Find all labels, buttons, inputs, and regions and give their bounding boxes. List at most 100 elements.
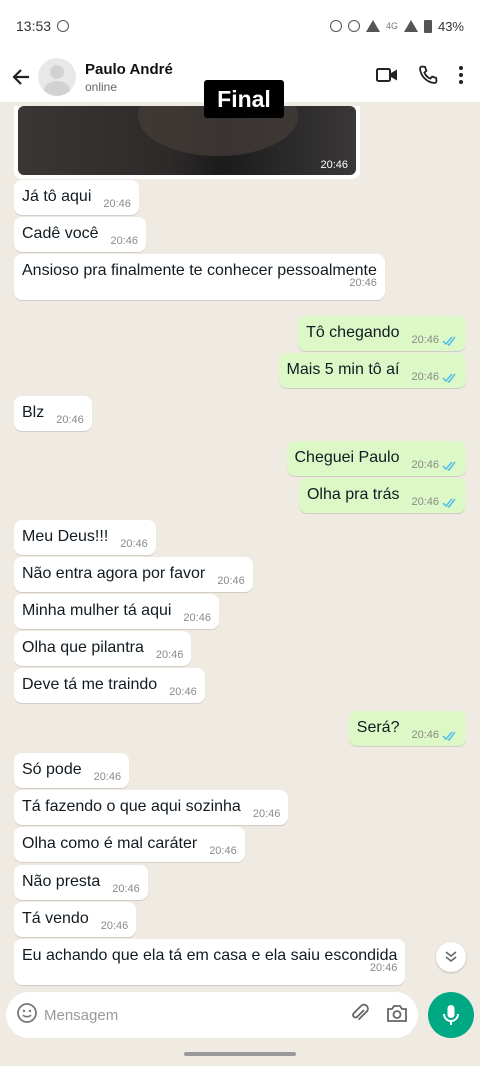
message-text: Olha pra trás [306,486,400,503]
contact-name: Paulo André [85,60,173,78]
incoming-message[interactable]: Só pode 20:46 [14,753,130,788]
message-time: 20:46 [93,771,122,783]
message-meta: 20:46 [411,496,458,508]
message-time: 20:46 [169,686,197,698]
message-text: Olha como é mal caráter [22,835,198,852]
message-time: 20:46 [155,649,184,661]
media-message[interactable]: 20:46 [14,106,360,179]
message-meta: 20:46 [111,235,139,247]
alarm-icon [329,20,342,32]
message-meta: 20:46 [101,920,129,932]
incoming-message[interactable]: Ansioso pra finalmente te conhecer pesso… [14,254,385,300]
avatar[interactable] [38,58,76,96]
incoming-message[interactable]: Cadê você 20:46 [14,217,147,252]
outgoing-message[interactable]: Será? 20:46 [348,711,466,746]
message-meta: 20:46 [94,771,122,783]
message-list[interactable]: 20:46 Já tô aqui 20:46 Cadê você 20:46 Ansio… [0,102,480,994]
message-text: Será? [356,719,400,736]
outgoing-message[interactable]: Olha pra trás 20:46 [298,478,466,513]
message-meta: 20:46 [253,808,281,820]
message-text: Tô chegando [306,324,400,341]
message-meta: 20:46 [411,459,458,471]
message-time: 20:46 [183,612,211,624]
outgoing-message[interactable]: Cheguei Paulo 20:46 [286,441,466,476]
message-meta: 20:46 [112,883,140,895]
message-time: 20:46 [209,845,237,857]
message-text: Só pode [22,761,82,778]
message-text: Blz [22,404,45,421]
message-time: 20:46 [56,414,84,426]
contact-info[interactable]: Paulo André online [85,61,173,94]
message-time: 20:46 [349,277,377,289]
incoming-message[interactable]: Olha como é mal caráter 20:46 [14,827,245,862]
signal-icon [403,20,418,32]
outgoing-message[interactable]: Tô chegando 20:46 [298,316,466,351]
incoming-message[interactable]: Olha que pilantra 20:46 [14,631,192,666]
read-receipt-icon [442,731,456,741]
incoming-message[interactable]: Minha mulher tá aqui 20:46 [14,594,219,629]
phone-icon[interactable] [418,65,438,90]
message-text: Não presta [22,873,101,890]
message-time: 20:46 [112,883,140,895]
emoji-icon[interactable] [16,1002,38,1029]
outgoing-message[interactable]: Mais 5 min tô aí 20:46 [278,353,466,388]
location-icon [57,20,70,32]
more-options-icon[interactable] [458,65,464,90]
message-input[interactable] [44,1006,348,1024]
message-text: Cadê você [22,225,99,242]
message-meta: 20:46 [411,371,458,383]
dnd-icon [347,20,360,32]
incoming-message[interactable]: Não presta 20:46 [14,865,148,900]
message-meta: 20:46 [156,649,184,661]
media-image[interactable]: 20:46 [18,106,356,175]
message-time: 20:46 [252,808,281,820]
incoming-message[interactable]: Blz 20:46 [14,396,92,431]
message-time: 20:46 [411,729,439,741]
incoming-message[interactable]: Tá vendo 20:46 [14,902,137,937]
message-time: 20:46 [411,334,439,346]
message-text: Não entra agora por favor [22,565,206,582]
mic-icon [443,1005,459,1025]
message-time: 20:46 [369,962,398,974]
message-text: Tá fazendo o que aqui sozinha [22,798,241,815]
incoming-message[interactable]: Já tô aqui 20:46 [14,180,139,215]
scroll-down-button[interactable] [436,942,466,972]
message-text: Já tô aqui [22,188,92,205]
message-text: Mais 5 min tô aí [286,361,400,378]
message-meta: 20:46 [56,414,84,426]
message-meta: 20:46 [411,729,458,741]
back-arrow-icon[interactable] [10,66,32,88]
message-meta: 20:46 [34,958,398,979]
wifi-icon [365,20,380,32]
message-meta: 20:46 [34,273,377,294]
incoming-message[interactable]: Meu Deus!!! 20:46 [14,520,156,555]
incoming-message[interactable]: Não entra agora por favor 20:46 [14,557,253,592]
contact-status: online [85,79,118,94]
home-gesture-bar[interactable] [184,1052,296,1056]
battery-icon [423,19,432,33]
message-time: 20:46 [110,235,139,247]
incoming-message[interactable]: Deve tá me traindo 20:46 [14,668,205,703]
read-receipt-icon [442,336,456,346]
message-text: Deve tá me traindo [22,676,158,693]
video-call-icon[interactable] [376,66,398,89]
attach-icon[interactable] [348,1002,370,1029]
message-composer [6,992,418,1038]
mic-button[interactable] [428,992,474,1038]
message-text: Cheguei Paulo [294,449,400,466]
camera-icon[interactable] [386,1003,408,1028]
message-meta: 20:46 [183,612,211,624]
message-meta: 20:46 [217,575,245,587]
message-meta: 20:46 [120,538,148,550]
message-meta: 20:46 [209,845,237,857]
media-time: 20:46 [320,159,348,171]
chevron-double-down-icon [445,951,457,963]
message-meta: 20:46 [411,334,458,346]
message-time: 20:46 [217,575,245,587]
incoming-message[interactable]: Eu achando que ela tá em casa e ela saiu… [14,939,406,985]
status-time: 13:53 [16,18,52,34]
message-time: 20:46 [411,459,439,471]
message-time: 20:46 [411,371,439,383]
incoming-message[interactable]: Tá fazendo o que aqui sozinha 20:46 [14,790,289,825]
status-bar: 13:53 4G 43% [0,0,480,52]
